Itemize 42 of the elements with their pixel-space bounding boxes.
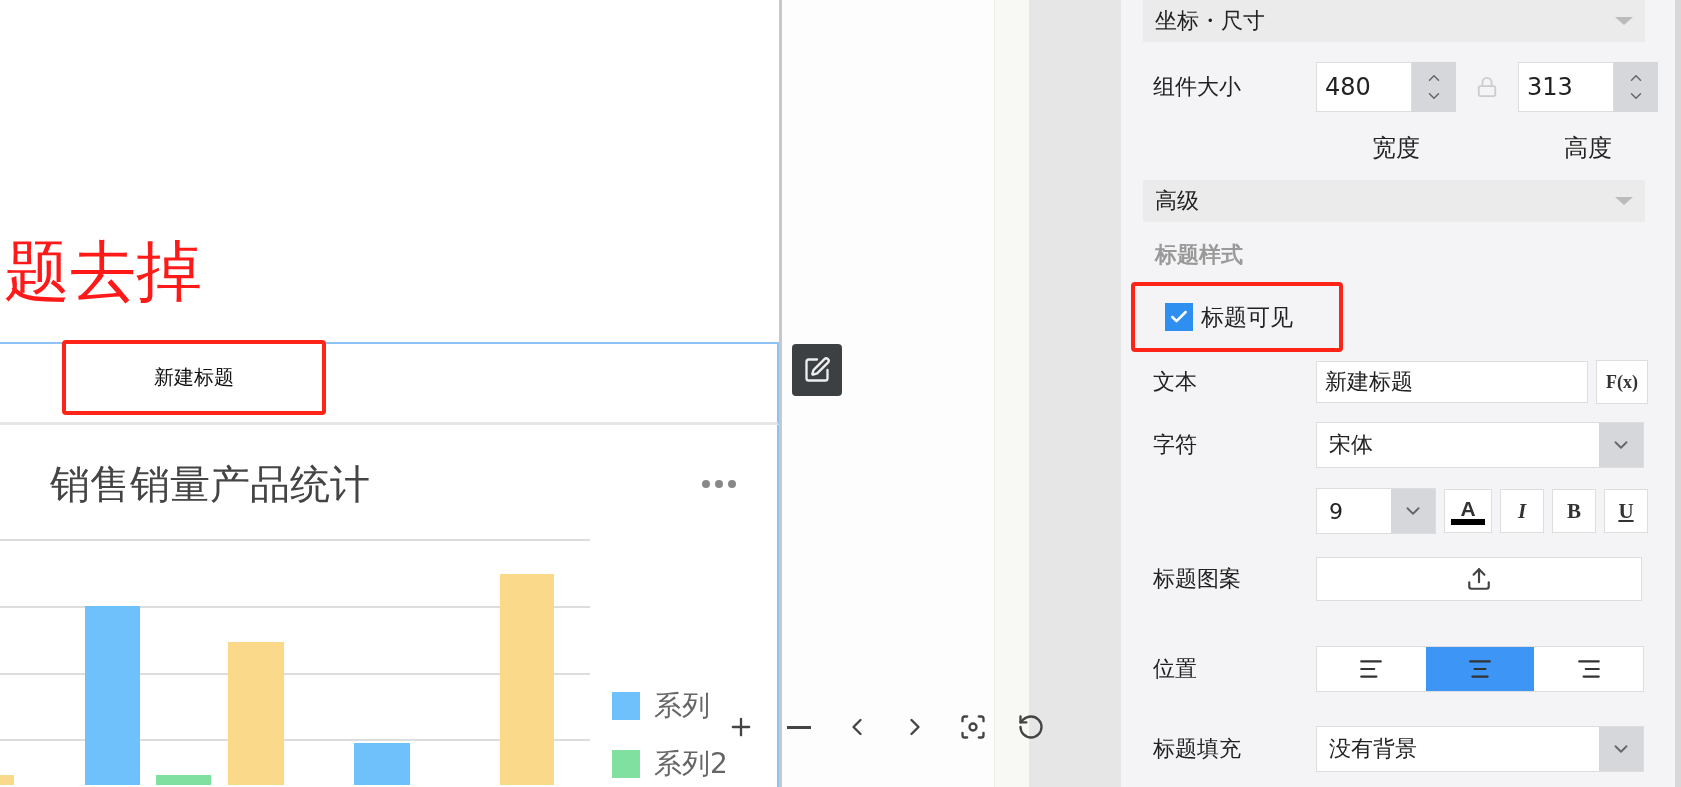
annotation-text: 题去掉 <box>3 232 203 312</box>
collapse-icon <box>1615 197 1633 205</box>
height-field[interactable]: 313 <box>1518 62 1614 112</box>
width-field[interactable]: 480 <box>1316 62 1412 112</box>
font-color-button[interactable]: A <box>1444 489 1492 533</box>
more-icon[interactable] <box>701 479 737 489</box>
chart-bar <box>0 775 14 785</box>
chart-bar <box>156 775 211 785</box>
field-label: 字符 <box>1152 431 1198 459</box>
field-label: 文本 <box>1152 368 1198 396</box>
italic-button[interactable]: I <box>1500 489 1544 533</box>
formula-button[interactable]: F(x) <box>1596 360 1648 404</box>
field-label: 标题填充 <box>1152 735 1242 763</box>
edit-icon <box>803 356 831 384</box>
bold-button[interactable]: B <box>1552 489 1596 533</box>
chart-bar <box>354 743 410 785</box>
chart-title: 销售销量产品统计 <box>50 459 370 509</box>
field-label: 位置 <box>1152 655 1198 683</box>
legend-label: 系列2 <box>654 746 728 782</box>
checkbox-label: 标题可见 <box>1201 302 1293 332</box>
collapse-icon <box>1615 17 1633 25</box>
section-header[interactable]: 高级 <box>1143 180 1645 222</box>
field-label: 标题图案 <box>1152 565 1242 593</box>
font-select[interactable]: 宋体 <box>1316 422 1644 468</box>
edit-button[interactable] <box>792 344 842 396</box>
field-label: 组件大小 <box>1152 73 1242 101</box>
minus-icon <box>787 725 811 729</box>
height-label: 高度 <box>1563 133 1613 164</box>
section-header[interactable]: 坐标・尺寸 <box>1143 0 1645 42</box>
align-button[interactable] <box>1425 647 1535 691</box>
rotate-icon <box>1017 713 1045 741</box>
checkbox[interactable] <box>1165 303 1193 331</box>
upload-icon <box>1466 566 1492 592</box>
legend-label: 系列 <box>654 688 710 724</box>
font-size-select[interactable]: 9 <box>1316 488 1436 534</box>
width-label: 宽度 <box>1371 133 1421 164</box>
widget-title: 新建标题 <box>61 339 326 415</box>
text-field[interactable]: 新建标题 <box>1316 361 1588 403</box>
group-label: 标题样式 <box>1153 241 1244 269</box>
fill-select[interactable]: 没有背景 <box>1316 726 1644 772</box>
focus-icon <box>959 713 987 741</box>
underline-button[interactable]: U <box>1604 489 1648 533</box>
